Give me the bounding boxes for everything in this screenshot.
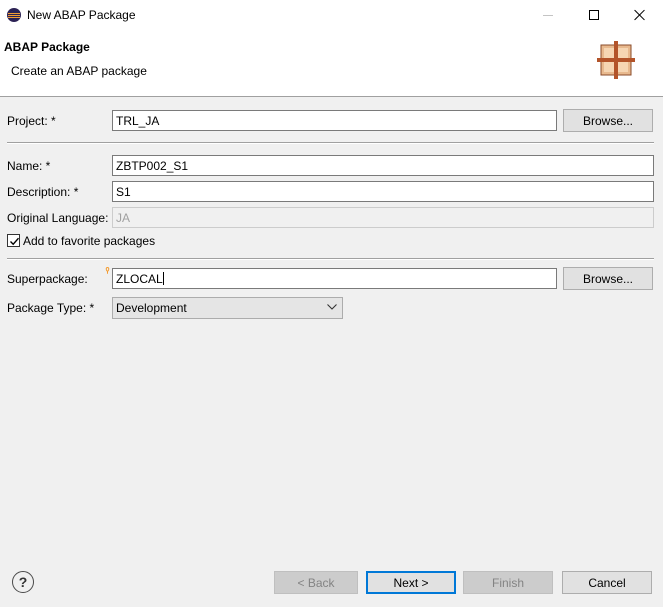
wizard-banner: ABAP Package Create an ABAP package [0,30,663,97]
window-title: New ABAP Package [27,8,136,22]
name-field[interactable]: ZBTP002_S1 [112,155,654,176]
superpackage-label: Superpackage: [7,272,88,286]
maximize-icon [589,10,599,20]
separator [7,142,654,144]
package-type-value: Development [116,301,187,315]
finish-button[interactable]: Finish [463,571,553,594]
checkmark-icon [10,237,20,246]
close-icon [634,9,646,21]
package-type-label: Package Type: * [7,301,95,315]
superpackage-field[interactable]: ZLOCAL [112,268,557,289]
minimize-button[interactable] [525,0,571,30]
project-label: Project: * [7,114,56,128]
back-button[interactable]: < Back [274,571,358,594]
package-type-dropdown[interactable]: Development [112,297,343,319]
close-window-button[interactable] [617,0,663,30]
original-language-field: JA [112,207,654,228]
cancel-button[interactable]: Cancel [562,571,652,594]
superpackage-value: ZLOCAL [116,272,163,286]
help-button[interactable]: ? [12,571,34,593]
help-icon: ? [18,574,28,590]
name-label: Name: * [7,159,51,173]
package-icon [597,41,635,79]
minimize-icon [543,14,553,16]
text-cursor [162,272,164,285]
original-language-label: Original Language: [7,211,109,225]
next-button[interactable]: Next > [366,571,456,594]
favorites-label[interactable]: Add to favorite packages [23,234,155,248]
superpackage-browse-button[interactable]: Browse... [563,267,653,290]
wizard-page-description: Create an ABAP package [11,64,147,78]
eclipse-icon [7,8,21,22]
project-browse-button[interactable]: Browse... [563,109,653,132]
description-field[interactable]: S1 [112,181,654,202]
content-assist-icon [105,267,110,274]
description-label: Description: * [7,185,79,199]
favorites-checkbox[interactable] [7,234,20,247]
maximize-button[interactable] [571,0,617,30]
title-bar: New ABAP Package [0,0,663,30]
wizard-page-title: ABAP Package [4,40,90,54]
separator [7,258,654,260]
chevron-down-icon [327,304,337,310]
project-field[interactable]: TRL_JA [112,110,557,131]
